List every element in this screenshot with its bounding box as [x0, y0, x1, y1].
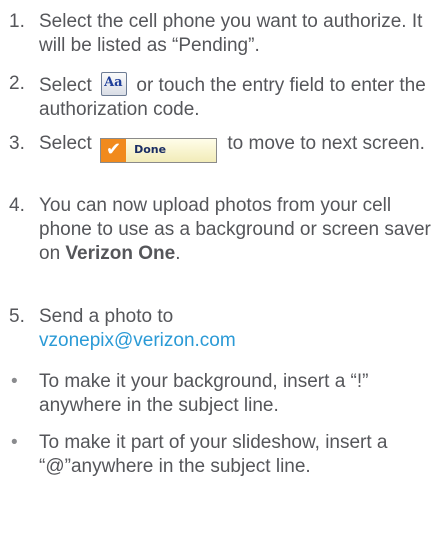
- step-number: 4.: [9, 195, 25, 216]
- step-text: Select: [39, 75, 92, 96]
- instructions-document: 1. Select the cell phone you want to aut…: [0, 0, 441, 543]
- step-text: to move to next screen.: [227, 133, 425, 154]
- checkmark-icon: ✔: [101, 138, 127, 162]
- step-5: 5. Send a photo to vzonepix@verizon.com: [9, 305, 434, 353]
- bullet-text: To make it your background, insert a “!”…: [39, 371, 369, 416]
- bullet-slideshow: • To make it part of your slideshow, ins…: [9, 431, 434, 479]
- step-3: 3. Select ✔ Done to move to next screen.: [9, 132, 434, 163]
- step-number: 1.: [9, 11, 25, 32]
- bullet-mark: •: [11, 371, 18, 392]
- step-text: Send a photo to: [39, 306, 174, 327]
- done-button-label: Done: [134, 143, 167, 156]
- period: .: [175, 243, 181, 264]
- bullet-text: To make it part of your slideshow, inser…: [39, 432, 388, 477]
- step-text: Select: [39, 133, 92, 154]
- text-entry-icon: Aa: [101, 72, 128, 96]
- bullet-mark: •: [11, 432, 18, 453]
- bullet-background: • To make it your background, insert a “…: [9, 370, 434, 418]
- text-entry-icon-label: Aa: [104, 75, 123, 90]
- step-number: 3.: [9, 133, 25, 154]
- step-number: 5.: [9, 306, 25, 327]
- step-text: Select the cell phone you want to author…: [39, 11, 423, 56]
- step-text: or touch the entry field to enter the au…: [39, 75, 426, 120]
- step-1: 1. Select the cell phone you want to aut…: [9, 10, 434, 58]
- done-button: ✔ Done: [100, 137, 218, 163]
- step-4: 4. You can now upload photos from your c…: [9, 194, 434, 266]
- step-number: 2.: [9, 73, 25, 94]
- step-2: 2. Select Aa or touch the entry field to…: [9, 72, 434, 122]
- product-name: Verizon One: [65, 243, 176, 264]
- email-link[interactable]: vzonepix@verizon.com: [39, 330, 236, 351]
